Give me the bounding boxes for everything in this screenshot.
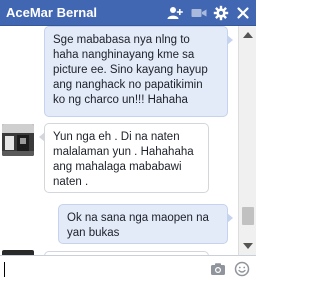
message-line: picture ee. Sino kayang hayup: [53, 64, 208, 76]
message-line: naten .: [53, 176, 89, 188]
message-line: malalaman yun . Hahahaha: [53, 146, 194, 158]
message-input[interactable]: [8, 260, 198, 278]
add-friend-icon[interactable]: [166, 4, 184, 22]
gear-icon[interactable]: [212, 4, 230, 22]
message-line: Sge mababasa nya nlng to: [53, 34, 190, 46]
camera-icon[interactable]: [210, 261, 226, 277]
scroll-down-arrow-icon[interactable]: [243, 243, 253, 249]
message-bubble-incoming[interactable]: Yun nga eh . Di na naten malalaman yun .…: [39, 123, 209, 193]
chat-header[interactable]: AceMar Bernal: [0, 0, 256, 26]
message-line: Ok na sana nga maopen na: [67, 212, 209, 224]
video-call-icon[interactable]: [190, 4, 208, 22]
message-line: ang nanghack no papatikimin: [53, 79, 203, 91]
scrollbar-thumb[interactable]: [242, 207, 254, 225]
message-bubble-outgoing[interactable]: Ok na sana nga maopen na yan bukas: [58, 204, 233, 244]
message-list[interactable]: Sge mababasa nya nlng to haha nanghinaya…: [0, 26, 238, 255]
close-icon[interactable]: [234, 4, 252, 22]
chat-window: AceMar Bernal Sge mababasa nya nlng to h…: [0, 0, 256, 281]
scroll-up-arrow-icon[interactable]: [243, 32, 253, 38]
emoji-icon[interactable]: [234, 261, 250, 277]
message-line: ang mahalaga mababawi: [53, 161, 182, 173]
avatar[interactable]: [2, 124, 34, 156]
contact-name[interactable]: AceMar Bernal: [6, 5, 97, 21]
message-line: Yun nga eh . Di na naten: [53, 131, 180, 143]
message-bubble-outgoing[interactable]: Sge mababasa nya nlng to haha nanghinaya…: [44, 26, 233, 117]
message-line: yan bukas: [67, 227, 120, 239]
message-line: haha nanghinayang kme sa: [53, 49, 195, 61]
text-caret: [4, 262, 5, 277]
scrollbar[interactable]: [238, 26, 256, 255]
composer: [0, 255, 256, 281]
message-line: ko ng charco un!!! Hahaha: [53, 94, 188, 106]
